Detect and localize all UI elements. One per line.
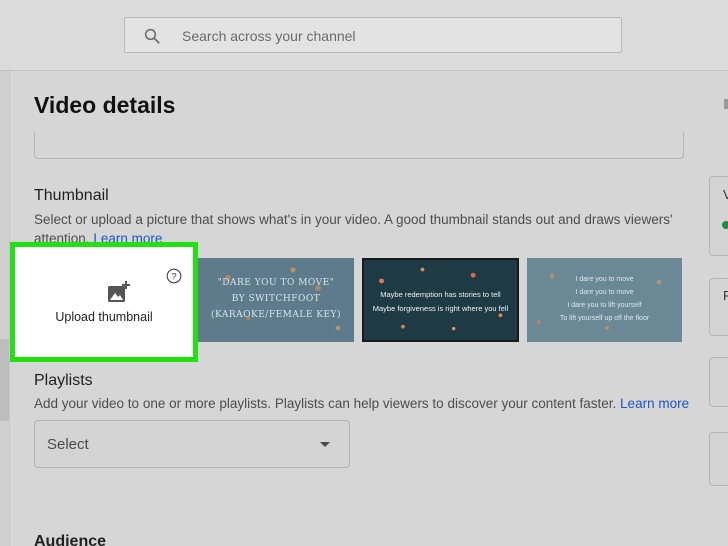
right-card-letter-v: V (723, 187, 728, 202)
svg-text:?: ? (171, 272, 176, 283)
playlists-learn-more-link[interactable]: Learn more (620, 396, 689, 411)
restrictions-card: R (709, 278, 728, 336)
thumbnail-option-2-selected[interactable]: Maybe redemption has stories to tell May… (362, 258, 519, 342)
thumbnail-description-wrap: Select or upload a picture that shows wh… (34, 210, 694, 244)
status-dot (722, 221, 728, 229)
thumbnail-option-3-background (527, 258, 682, 342)
thumbnail-option-2-background (364, 260, 517, 340)
thumbnail-option-3-line-4: To lift yourself up off the floor (559, 315, 650, 322)
thumbnail-option-1-line-1: "DARE YOU TO MOVE" (217, 278, 335, 288)
thumbnail-option-1[interactable]: "DARE YOU TO MOVE" BY SWITCHFOOT (KARAOK… (198, 258, 354, 342)
search-placeholder: Search across your channel (182, 28, 356, 44)
search-icon (144, 28, 160, 44)
upload-thumbnail-label: Upload thumbnail (55, 310, 153, 324)
thumbnail-option-3[interactable]: I dare you to move I dare you to move I … (527, 258, 682, 342)
thumbnail-heading: Thumbnail (34, 187, 109, 204)
playlist-select-dropdown[interactable]: Select (34, 420, 350, 468)
thumbnail-option-2-line-1: Maybe redemption has stories to tell (380, 290, 501, 299)
playlist-select-value: Select (47, 436, 89, 453)
top-bar: Search across your channel (0, 0, 728, 71)
thumbnail-option-1-line-2: BY SWITCHFOOT (231, 294, 321, 304)
thumbnail-option-2-line-2: Maybe forgiveness is right where you fel… (372, 304, 509, 313)
playlists-description: Add your video to one or more playlists.… (34, 394, 694, 413)
filename-card[interactable] (709, 432, 728, 486)
upload-thumbnail-button[interactable]: ? Upload thumbnail (10, 242, 198, 362)
video-preview-card: V (709, 176, 728, 256)
thumbnail-option-3-line-3: I dare you to lift yourself (567, 302, 642, 309)
chevron-down-icon (320, 442, 330, 447)
thumbnail-option-3-line-1: I dare you to move (575, 276, 634, 283)
thumbnail-option-3-line-2: I dare you to move (575, 289, 634, 296)
audience-heading: Audience (34, 533, 107, 546)
thumbnail-description: Select or upload a picture that shows wh… (34, 210, 694, 244)
add-photo-icon (108, 281, 130, 302)
dialog-close-edge[interactable] (724, 99, 728, 109)
right-card-letter-r: R (723, 288, 728, 303)
video-link-card[interactable] (709, 357, 728, 407)
thumbnail-option-1-line-3: (KARAOKE/FEMALE KEY) (210, 310, 342, 320)
description-field[interactable] (34, 132, 684, 159)
help-icon[interactable]: ? (166, 268, 182, 284)
dialog-title: Video details (34, 92, 176, 118)
playlists-heading: Playlists (34, 372, 93, 389)
channel-search-input[interactable]: Search across your channel (124, 17, 622, 53)
left-navigation-edge (0, 71, 9, 546)
playlists-description-text: Add your video to one or more playlists.… (34, 396, 617, 411)
left-nav-highlight (0, 339, 9, 421)
